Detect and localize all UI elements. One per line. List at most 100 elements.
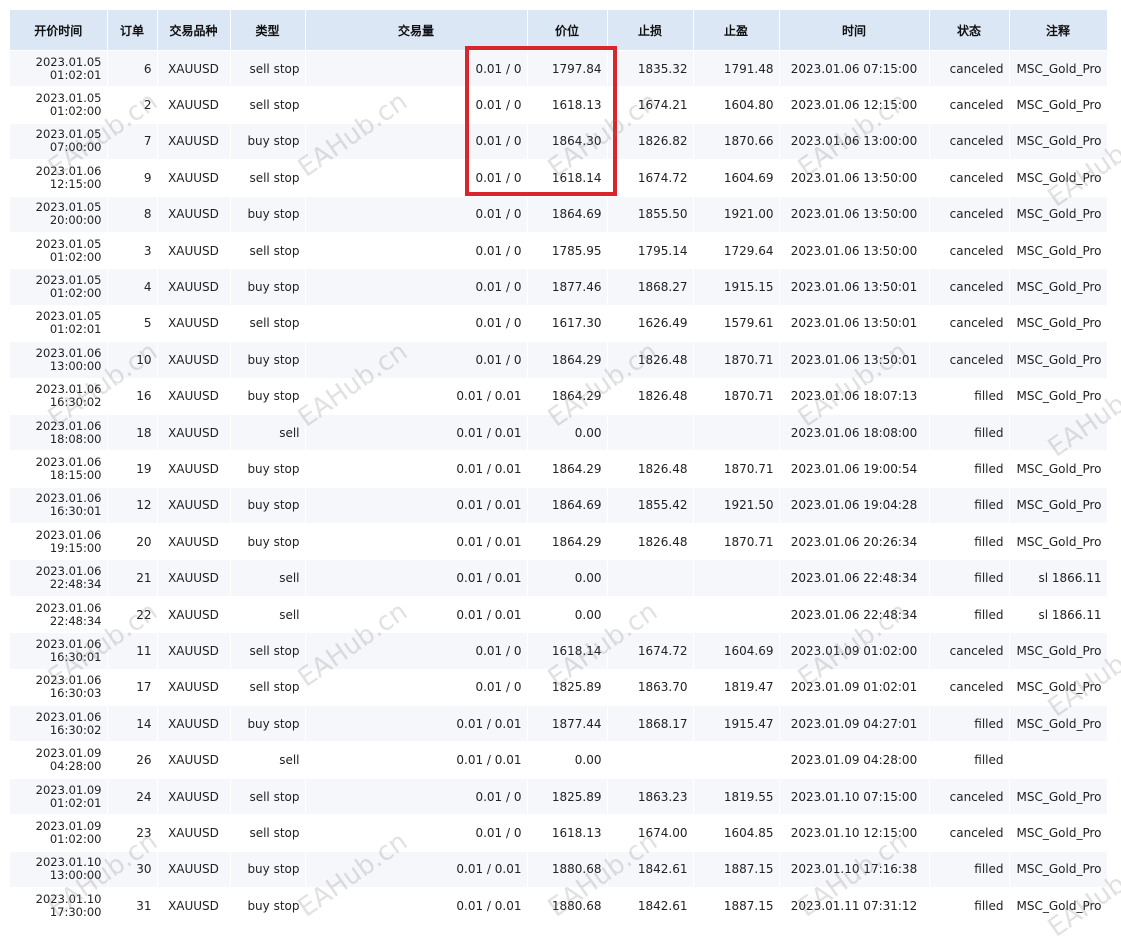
- table-row[interactable]: 2023.01.06 18:15:00 19 XAUUSD buy stop 0.01 /…: [10, 450, 1108, 488]
- cell-state: filled: [929, 450, 1010, 488]
- cell-open-time: 2023.01.06 18:08:00: [10, 413, 108, 451]
- column-header-price[interactable]: 价位: [527, 10, 608, 51]
- cell-state: filled: [929, 559, 1010, 597]
- cell-sl: 1626.49: [607, 304, 694, 342]
- cell-type: buy stop: [230, 850, 306, 888]
- open-clock: 01:02:01: [49, 795, 102, 810]
- column-header-open-time[interactable]: 开价时间: [10, 10, 108, 51]
- cell-order: 30: [107, 850, 158, 888]
- cell-comment: MSC_Gold_Pro: [1009, 850, 1108, 888]
- cell-type: sell: [230, 413, 306, 451]
- open-date: 2023.01.09: [35, 782, 102, 797]
- cell-state: filled: [929, 705, 1010, 742]
- cell-state: canceled: [929, 159, 1010, 197]
- cell-price: 0.00: [527, 595, 608, 633]
- column-header-order[interactable]: 订单: [107, 10, 158, 51]
- cell-state: canceled: [929, 231, 1010, 269]
- cell-price: 1864.29: [527, 450, 608, 488]
- cell-time: 2023.01.09 04:27:01: [779, 705, 930, 742]
- cell-price: 1618.13: [527, 86, 608, 124]
- cell-price: 1880.68: [527, 886, 608, 924]
- cell-volume: 0.01 / 0: [305, 304, 528, 342]
- table-row[interactable]: 2023.01.06 13:00:00 10 XAUUSD buy stop 0.01 /…: [10, 341, 1108, 379]
- cell-state: filled: [929, 377, 1010, 415]
- cell-type: buy stop: [230, 122, 306, 160]
- column-header-sl[interactable]: 止损: [607, 10, 694, 51]
- column-header-volume[interactable]: 交易量: [305, 10, 528, 51]
- cell-order: 23: [107, 814, 158, 852]
- cell-volume: 0.01 / 0.01: [305, 741, 528, 779]
- cell-comment: MSC_Gold_Pro: [1009, 777, 1108, 815]
- cell-type: sell: [230, 559, 306, 597]
- table-row[interactable]: 2023.01.06 19:15:00 20 XAUUSD buy stop 0.01 /…: [10, 523, 1108, 560]
- table-row[interactable]: 2023.01.10 17:30:00 31 XAUUSD buy stop 0.01 /…: [10, 886, 1108, 924]
- cell-symbol: XAUUSD: [157, 231, 231, 269]
- open-date: 2023.01.06: [35, 345, 102, 360]
- cell-comment: MSC_Gold_Pro: [1009, 705, 1108, 742]
- table-row[interactable]: 2023.01.06 16:30:02 16 XAUUSD buy stop 0.01 /…: [10, 377, 1108, 415]
- column-header-type[interactable]: 类型: [230, 10, 306, 51]
- table-row[interactable]: 2023.01.09 01:02:01 24 XAUUSD sell stop 0.01 …: [10, 777, 1108, 815]
- cell-order: 14: [107, 705, 158, 742]
- cell-time: 2023.01.06 13:50:01: [779, 341, 930, 379]
- table-row[interactable]: 2023.01.06 16:30:02 14 XAUUSD buy stop 0.01 /…: [10, 705, 1108, 742]
- cell-open-time: 2023.01.05 07:00:00: [10, 122, 108, 160]
- column-header-comment[interactable]: 注释: [1009, 10, 1108, 51]
- table-row[interactable]: 2023.01.06 12:15:00 9 XAUUSD sell stop 0.01 /…: [10, 159, 1108, 197]
- table-row[interactable]: 2023.01.06 18:08:00 18 XAUUSD sell 0.01 / 0.0…: [10, 413, 1108, 451]
- table-row[interactable]: 2023.01.06 16:30:03 17 XAUUSD sell stop 0.01 …: [10, 668, 1108, 706]
- cell-state: canceled: [929, 632, 1010, 670]
- table-row[interactable]: 2023.01.05 01:02:00 4 XAUUSD buy stop 0.01 / …: [10, 268, 1108, 306]
- cell-time: 2023.01.10 12:15:00: [779, 814, 930, 852]
- table-row[interactable]: 2023.01.05 01:02:01 5 XAUUSD sell stop 0.01 /…: [10, 304, 1108, 342]
- cell-type: buy stop: [230, 523, 306, 560]
- cell-symbol: XAUUSD: [157, 559, 231, 597]
- table-row[interactable]: 2023.01.05 01:02:00 2 XAUUSD sell stop 0.01 /…: [10, 86, 1108, 124]
- cell-tp: 1915.15: [693, 268, 780, 306]
- cell-sl: 1855.50: [607, 195, 694, 233]
- cell-volume: 0.01 / 0: [305, 86, 528, 124]
- cell-volume: 0.01 / 0: [305, 632, 528, 670]
- cell-state: canceled: [929, 122, 1010, 160]
- cell-order: 18: [107, 413, 158, 451]
- table-row[interactable]: 2023.01.05 01:02:01 6 XAUUSD sell stop 0.01 /…: [10, 49, 1108, 87]
- cell-time: 2023.01.06 13:50:00: [779, 231, 930, 269]
- open-date: 2023.01.09: [35, 818, 102, 833]
- cell-open-time: 2023.01.10 13:00:00: [10, 850, 108, 888]
- open-clock: 01:02:00: [49, 104, 102, 119]
- table-row[interactable]: 2023.01.05 07:00:00 7 XAUUSD buy stop 0.01 / …: [10, 122, 1108, 160]
- cell-sl: 1868.27: [607, 268, 694, 306]
- table-row[interactable]: 2023.01.06 16:30:01 11 XAUUSD sell stop 0.01 …: [10, 632, 1108, 670]
- cell-sl: 1826.48: [607, 341, 694, 379]
- table-row[interactable]: 2023.01.06 22:48:34 21 XAUUSD sell 0.01 / 0.0…: [10, 559, 1108, 597]
- table-row[interactable]: 2023.01.06 22:48:34 22 XAUUSD sell 0.01 / 0.0…: [10, 595, 1108, 633]
- column-header-time[interactable]: 时间: [779, 10, 930, 51]
- cell-price: 0.00: [527, 559, 608, 597]
- column-header-state[interactable]: 状态: [929, 10, 1010, 51]
- cell-type: sell stop: [230, 159, 306, 197]
- table-row[interactable]: 2023.01.05 01:02:00 3 XAUUSD sell stop 0.01 /…: [10, 231, 1108, 269]
- open-date: 2023.01.05: [35, 54, 102, 69]
- cell-comment: MSC_Gold_Pro: [1009, 231, 1108, 269]
- table-row[interactable]: 2023.01.09 01:02:00 23 XAUUSD sell stop 0.01 …: [10, 814, 1108, 852]
- cell-comment: MSC_Gold_Pro: [1009, 632, 1108, 670]
- cell-tp: 1921.50: [693, 486, 780, 524]
- cell-volume: 0.01 / 0.01: [305, 450, 528, 488]
- cell-tp: 1870.71: [693, 523, 780, 560]
- open-clock: 17:30:00: [49, 904, 102, 919]
- cell-open-time: 2023.01.05 01:02:01: [10, 49, 108, 87]
- cell-symbol: XAUUSD: [157, 523, 231, 560]
- table-row[interactable]: 2023.01.09 04:28:00 26 XAUUSD sell 0.01 / 0.0…: [10, 741, 1108, 779]
- cell-sl: 1855.42: [607, 486, 694, 524]
- cell-symbol: XAUUSD: [157, 741, 231, 779]
- cell-tp: 1870.71: [693, 341, 780, 379]
- cell-state: filled: [929, 850, 1010, 888]
- table-row[interactable]: 2023.01.10 13:00:00 30 XAUUSD buy stop 0.01 /…: [10, 850, 1108, 888]
- column-header-symbol[interactable]: 交易品种: [157, 10, 231, 51]
- column-header-tp[interactable]: 止盈: [693, 10, 780, 51]
- cell-symbol: XAUUSD: [157, 268, 231, 306]
- table-row[interactable]: 2023.01.06 16:30:01 12 XAUUSD buy stop 0.01 /…: [10, 486, 1108, 524]
- cell-time: 2023.01.06 18:08:00: [779, 413, 930, 451]
- table-row[interactable]: 2023.01.05 20:00:00 8 XAUUSD buy stop 0.01 / …: [10, 195, 1108, 233]
- cell-tp: [693, 413, 780, 451]
